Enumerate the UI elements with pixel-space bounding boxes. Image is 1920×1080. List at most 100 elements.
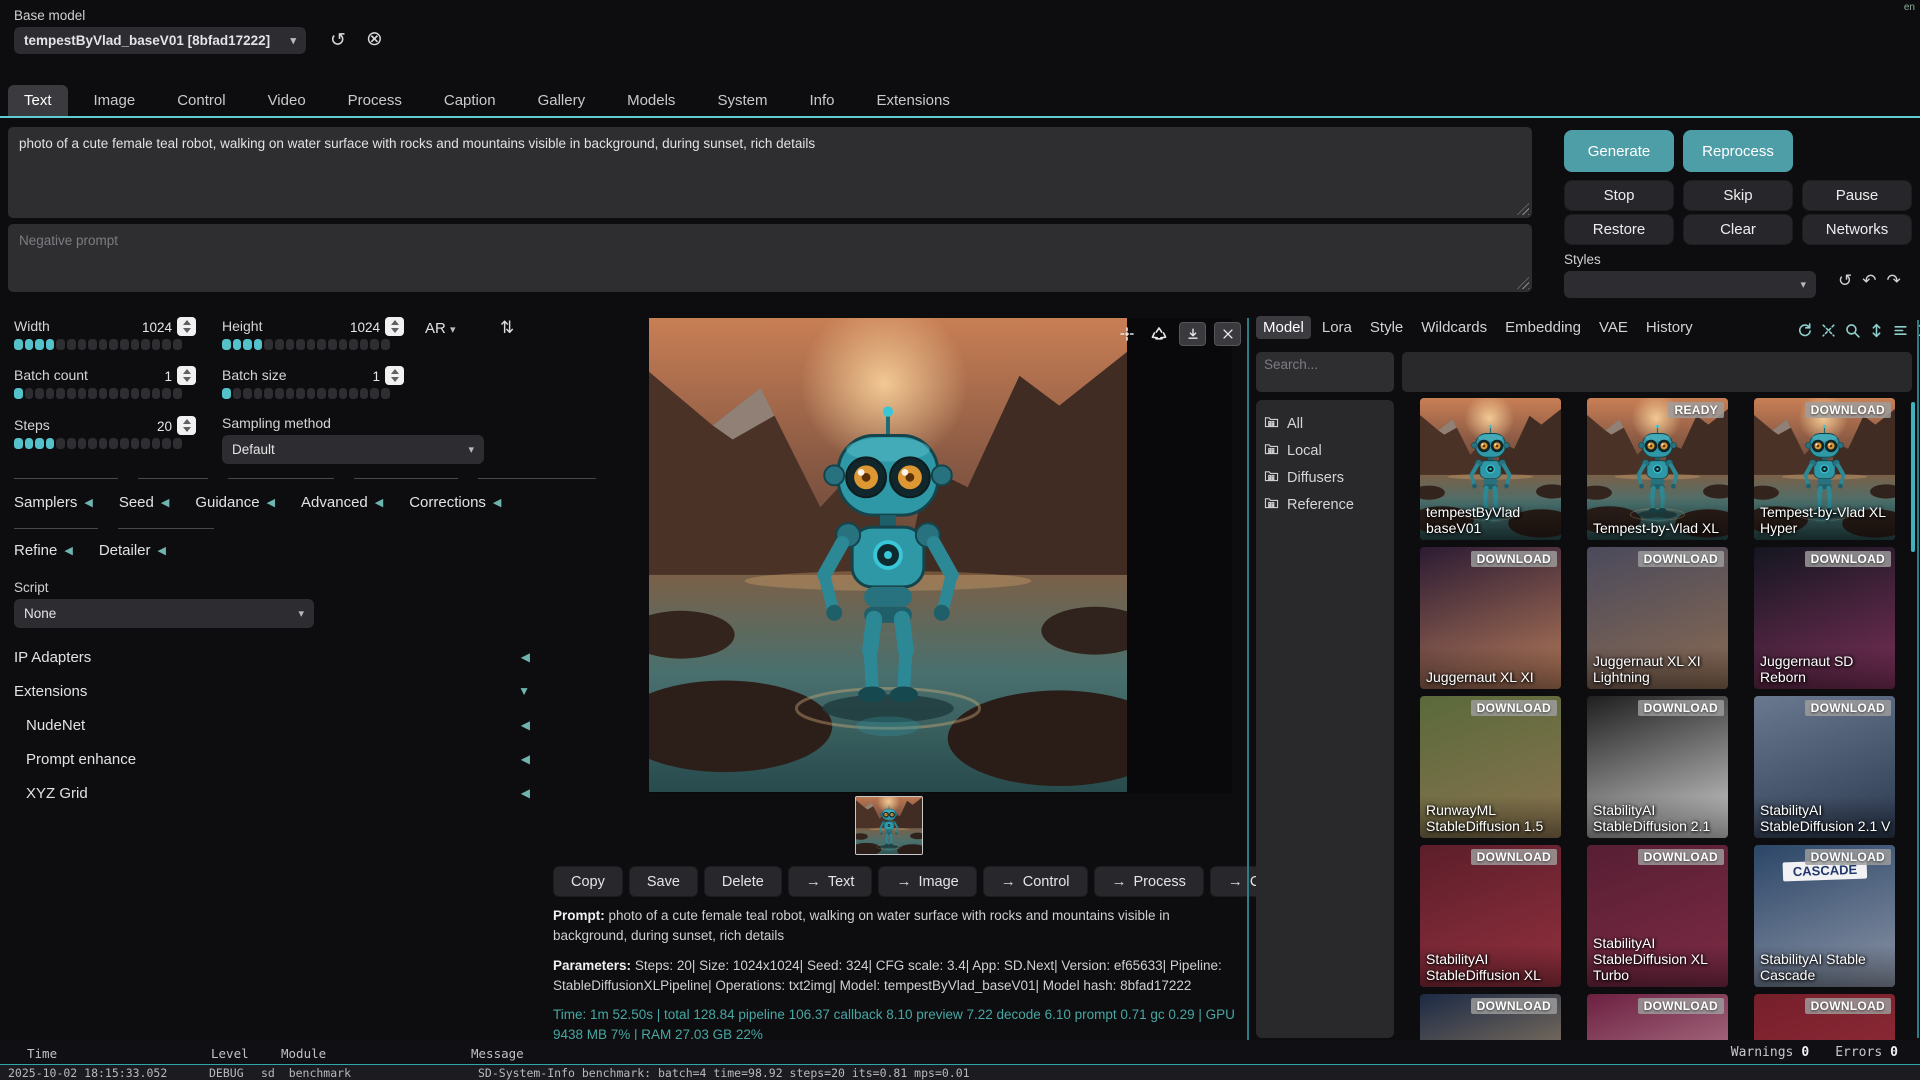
section-ip-adapters[interactable]: IP Adapters◀: [8, 640, 536, 674]
batch-size-stepper[interactable]: [385, 366, 404, 385]
batch-size-value[interactable]: 1: [316, 369, 380, 384]
accordion-refine[interactable]: Refine◀: [14, 542, 73, 559]
styles-save-icon[interactable]: ↷: [1887, 271, 1901, 291]
accordion-seed[interactable]: Seed◀: [119, 494, 170, 511]
batch-size-slider[interactable]: [222, 388, 390, 399]
model-card[interactable]: DOWNLOAD: [1587, 994, 1728, 1040]
networks-tab-vae[interactable]: VAE: [1592, 316, 1635, 339]
swap-dimensions-icon[interactable]: ⇅: [500, 318, 514, 338]
model-card-tempestbyvlad-basev01[interactable]: tempestByVlad baseV01: [1420, 398, 1561, 540]
networks-tab-style[interactable]: Style: [1363, 316, 1410, 339]
batch-count-stepper[interactable]: [177, 366, 196, 385]
model-card-stabilityai-stablediffusion-xl-turbo[interactable]: DOWNLOADStabilityAI StableDiffusion XL T…: [1587, 845, 1728, 987]
model-card-stabilityai-stablediffusion-xl[interactable]: DOWNLOADStabilityAI StableDiffusion XL: [1420, 845, 1561, 987]
model-card-stabilityai-stablediffusion-2-1[interactable]: DOWNLOADStabilityAI StableDiffusion 2.1: [1587, 696, 1728, 838]
tab-text[interactable]: Text: [8, 85, 68, 116]
skip-button[interactable]: Skip: [1683, 180, 1793, 211]
recycle-icon[interactable]: [1147, 322, 1171, 346]
refresh-model-icon[interactable]: ↺: [330, 27, 346, 54]
model-card[interactable]: DOWNLOAD: [1754, 994, 1895, 1040]
section-prompt-enhance[interactable]: Prompt enhance◀: [8, 742, 536, 776]
delete-button[interactable]: Delete: [704, 866, 782, 897]
networks-tab-wildcards[interactable]: Wildcards: [1414, 316, 1494, 339]
batch-count-slider[interactable]: [14, 388, 182, 399]
networks-tab-history[interactable]: History: [1639, 316, 1700, 339]
model-card-tempest-by-vlad-xl-hyper[interactable]: DOWNLOADTempest-by-Vlad XL Hyper: [1754, 398, 1895, 540]
folder-all[interactable]: All: [1264, 410, 1386, 437]
height-slider[interactable]: [222, 339, 390, 350]
networks-sort-icon[interactable]: [1868, 322, 1885, 339]
accordion-guidance[interactable]: Guidance◀: [195, 494, 275, 511]
send-to-process-button[interactable]: →Process: [1094, 866, 1204, 897]
height-value[interactable]: 1024: [316, 320, 380, 335]
model-card[interactable]: DOWNLOAD: [1420, 994, 1561, 1040]
section-xyz-grid[interactable]: XYZ Grid◀: [8, 776, 536, 810]
folder-local[interactable]: Local: [1264, 437, 1386, 464]
accordion-samplers[interactable]: Samplers◀: [14, 494, 93, 511]
model-card-stabilityai-stable-cascade[interactable]: CASCADEDOWNLOADStabilityAI Stable Cascad…: [1754, 845, 1895, 987]
height-stepper[interactable]: [385, 317, 404, 336]
accordion-advanced[interactable]: Advanced◀: [301, 494, 383, 511]
log-row[interactable]: 2025-10-02 18:15:33.052 DEBUG sd benchma…: [0, 1065, 1920, 1080]
networks-tab-model[interactable]: Model: [1256, 316, 1311, 339]
networks-button[interactable]: Networks: [1802, 214, 1912, 245]
batch-count-value[interactable]: 1: [108, 369, 172, 384]
section-extensions[interactable]: Extensions▼: [8, 674, 536, 708]
send-to-text-button[interactable]: →Text: [788, 866, 873, 897]
networks-tab-lora[interactable]: Lora: [1315, 316, 1359, 339]
networks-close-icon[interactable]: [1916, 322, 1920, 339]
aspect-ratio-select[interactable]: AR ▾: [425, 320, 456, 337]
model-card-juggernaut-xl-xi[interactable]: DOWNLOADJuggernaut XL XI: [1420, 547, 1561, 689]
restore-button[interactable]: Restore: [1564, 214, 1674, 245]
grid-icon[interactable]: [1115, 322, 1139, 346]
tab-image[interactable]: Image: [78, 85, 152, 116]
networks-description-box[interactable]: [1402, 352, 1912, 392]
prompt-input[interactable]: photo of a cute female teal robot, walki…: [8, 127, 1532, 218]
width-slider[interactable]: [14, 339, 182, 350]
networks-scan-icon[interactable]: [1820, 322, 1837, 339]
tab-video[interactable]: Video: [252, 85, 322, 116]
negative-prompt-input[interactable]: [8, 224, 1532, 292]
panel-divider[interactable]: [1247, 318, 1249, 1040]
tab-control[interactable]: Control: [161, 85, 241, 116]
width-stepper[interactable]: [177, 317, 196, 336]
accordion-corrections[interactable]: Corrections◀: [409, 494, 501, 511]
gallery-thumbnail[interactable]: [855, 796, 923, 855]
tab-system[interactable]: System: [701, 85, 783, 116]
steps-stepper[interactable]: [177, 416, 196, 435]
model-card-tempest-by-vlad-xl[interactable]: READYTempest-by-Vlad XL: [1587, 398, 1728, 540]
close-icon[interactable]: [1214, 322, 1241, 346]
cards-scrollbar[interactable]: [1911, 402, 1915, 552]
networks-tab-embedding[interactable]: Embedding: [1498, 316, 1588, 339]
download-icon[interactable]: [1179, 322, 1206, 346]
tab-models[interactable]: Models: [611, 85, 691, 116]
clear-button[interactable]: Clear: [1683, 214, 1793, 245]
model-card-stabilityai-stablediffusion-2-1-v[interactable]: DOWNLOADStabilityAI StableDiffusion 2.1 …: [1754, 696, 1895, 838]
send-to-image-button[interactable]: →Image: [878, 866, 976, 897]
unload-model-icon[interactable]: ⊗: [366, 26, 383, 53]
stop-button[interactable]: Stop: [1564, 180, 1674, 211]
reprocess-button[interactable]: Reprocess: [1683, 130, 1793, 172]
script-select[interactable]: None▾: [14, 599, 314, 628]
tab-info[interactable]: Info: [793, 85, 850, 116]
save-button[interactable]: Save: [629, 866, 698, 897]
styles-select[interactable]: ▾: [1564, 271, 1816, 298]
folder-reference[interactable]: Reference: [1264, 491, 1386, 518]
tab-gallery[interactable]: Gallery: [522, 85, 602, 116]
accordion-detailer[interactable]: Detailer◀: [99, 542, 166, 559]
networks-search-input[interactable]: [1256, 352, 1394, 392]
pause-button[interactable]: Pause: [1802, 180, 1912, 211]
model-card-juggernaut-xl-xi-lightning[interactable]: DOWNLOADJuggernaut XL XI Lightning: [1587, 547, 1728, 689]
base-model-select[interactable]: tempestByVlad_baseV01 [8bfad17222] ▾: [14, 27, 306, 54]
section-nudenet[interactable]: NudeNet◀: [8, 708, 536, 742]
width-value[interactable]: 1024: [108, 320, 172, 335]
styles-refresh-icon[interactable]: ↺: [1838, 271, 1852, 291]
folder-diffusers[interactable]: Diffusers: [1264, 464, 1386, 491]
styles-apply-icon[interactable]: ↶: [1862, 271, 1876, 291]
model-card-juggernaut-sd-reborn[interactable]: DOWNLOADJuggernaut SD Reborn: [1754, 547, 1895, 689]
model-card-runwayml-stablediffusion-1-5[interactable]: DOWNLOADRunwayML StableDiffusion 1.5: [1420, 696, 1561, 838]
generated-image[interactable]: [649, 318, 1127, 792]
tab-caption[interactable]: Caption: [428, 85, 512, 116]
steps-value[interactable]: 20: [108, 419, 172, 434]
steps-slider[interactable]: [14, 438, 182, 449]
